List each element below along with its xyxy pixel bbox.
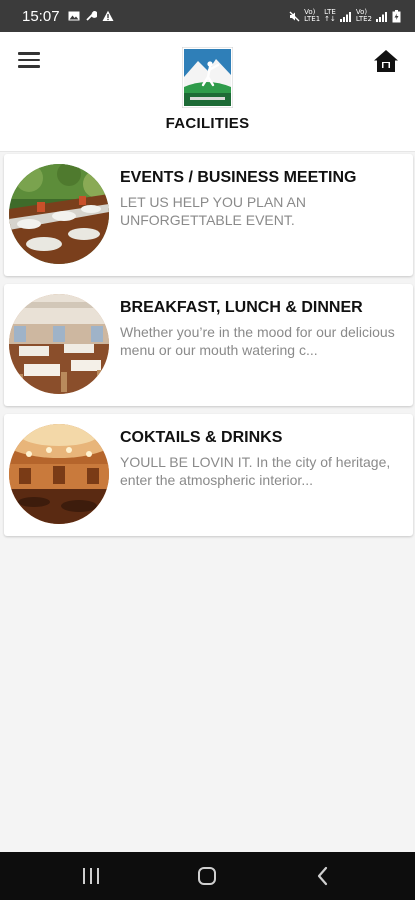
facility-title: EVENTS / BUSINESS MEETING [120, 169, 357, 186]
menu-button[interactable] [18, 52, 40, 70]
event-table-photo [9, 164, 109, 264]
facility-card-dining[interactable]: BREAKFAST, LUNCH & DINNER Whether you’re… [4, 284, 413, 406]
status-time: 15:07 [22, 7, 60, 25]
status-bar: 15:07 Vo) LTE1 LTE ↑↓ Vo) LTE2 [0, 0, 415, 32]
signal2-icon [376, 11, 387, 22]
signal-icon [339, 11, 351, 22]
image-icon [68, 11, 80, 21]
status-indicators: Vo) LTE1 LTE ↑↓ Vo) LTE2 [289, 9, 401, 23]
mute-icon [289, 11, 300, 21]
app-header: FACILITIES [0, 32, 415, 152]
golf-club-logo [182, 47, 233, 108]
facility-description: LET US HELP YOU PLAN AN UNFORGETTABLE EV… [120, 194, 306, 228]
home-nav-icon[interactable] [195, 864, 219, 888]
facility-card-events[interactable]: EVENTS / BUSINESS MEETING LET US HELP YO… [4, 154, 413, 276]
lte-indicator: LTE ↑↓ [324, 8, 336, 23]
volte-indicator: Vo) LTE1 [304, 8, 321, 23]
facility-description: YOULL BE LOVIN IT. In the city of herita… [120, 454, 391, 488]
facility-card-drinks[interactable]: COKTAILS & DRINKS YOULL BE LOVIN IT. In … [4, 414, 413, 536]
facility-description: Whether you’re in the mood for our delic… [120, 324, 395, 358]
back-icon[interactable] [311, 864, 335, 888]
wrench-icon [85, 11, 97, 21]
page-title: FACILITIES [165, 115, 250, 132]
banquet-hall-photo [9, 424, 109, 524]
hamburger-icon [18, 52, 40, 55]
home-icon[interactable] [373, 48, 399, 74]
system-nav-bar [0, 852, 415, 900]
volte2-indicator: Vo) LTE2 [355, 8, 372, 23]
dining-room-photo [9, 294, 109, 394]
facility-title: BREAKFAST, LUNCH & DINNER [120, 299, 363, 316]
facility-title: COKTAILS & DRINKS [120, 429, 283, 446]
battery-icon [392, 9, 401, 22]
recent-apps-icon[interactable] [79, 864, 103, 888]
warning-icon [102, 10, 114, 21]
